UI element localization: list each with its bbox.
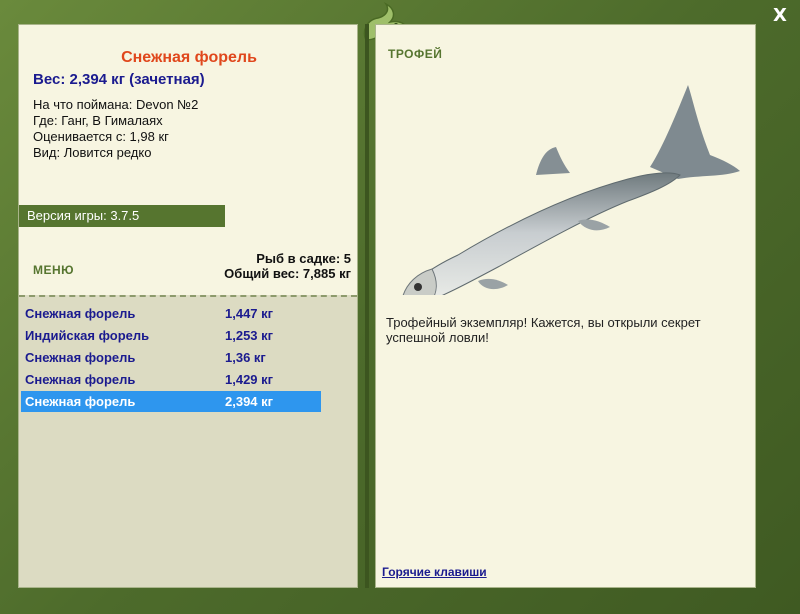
- catch-list-item[interactable]: Индийская форель 1,253 кг: [21, 325, 321, 346]
- catch-list: Снежная форель 1,447 кг Индийская форель…: [19, 295, 357, 587]
- lure-detail: На что поймана: Devon №2: [33, 97, 199, 112]
- catch-weight: 1,429 кг: [225, 372, 274, 387]
- keepnet-summary: Рыб в садке: 5 Общий вес: 7,885 кг: [224, 251, 351, 281]
- fish-details-panel: Снежная форель Вес: 2,394 кг (зачетная) …: [18, 24, 358, 588]
- catch-weight: 2,394 кг: [225, 394, 274, 409]
- keepnet-count: Рыб в садке: 5: [256, 251, 351, 266]
- catch-weight: 1,36 кг: [225, 350, 266, 365]
- fish-weight: Вес: 2,394 кг (зачетная): [33, 71, 205, 88]
- catch-list-item[interactable]: Снежная форель 1,36 кг: [21, 347, 321, 368]
- hotkeys-link[interactable]: Горячие клавиши: [382, 565, 487, 579]
- catch-name: Снежная форель: [25, 350, 136, 365]
- fish-title: Снежная форель: [121, 49, 257, 66]
- catch-list-item-selected[interactable]: Снежная форель 2,394 кг: [21, 391, 321, 412]
- catch-name: Снежная форель: [25, 306, 136, 321]
- trophy-panel: ТРОФЕЙ Трофейный экземпляр! Кажется, вы …: [375, 24, 756, 588]
- version-bar: Версия игры: 3.7.5: [19, 205, 225, 227]
- trophy-message: Трофейный экземпляр! Кажется, вы открыли…: [386, 315, 701, 345]
- menu-button[interactable]: МЕНЮ: [33, 263, 74, 277]
- keepnet-total-weight: Общий вес: 7,885 кг: [224, 266, 351, 281]
- trout-image: [402, 85, 740, 295]
- catch-weight: 1,447 кг: [225, 306, 274, 321]
- catch-list-item[interactable]: Снежная форель 1,429 кг: [21, 369, 321, 390]
- panel-divider: [365, 24, 369, 588]
- catch-list-item[interactable]: Снежная форель 1,447 кг: [21, 303, 321, 324]
- catch-weight: 1,253 кг: [225, 328, 274, 343]
- location-detail: Где: Ганг, В Гималаях: [33, 113, 163, 128]
- value-detail: Оценивается с: 1,98 кг: [33, 129, 169, 144]
- catch-name: Снежная форель: [25, 372, 136, 387]
- catch-name: Индийская форель: [25, 328, 150, 343]
- kind-detail: Вид: Ловится редко: [33, 145, 152, 160]
- catch-name: Снежная форель: [25, 394, 136, 409]
- close-button[interactable]: X: [770, 6, 790, 26]
